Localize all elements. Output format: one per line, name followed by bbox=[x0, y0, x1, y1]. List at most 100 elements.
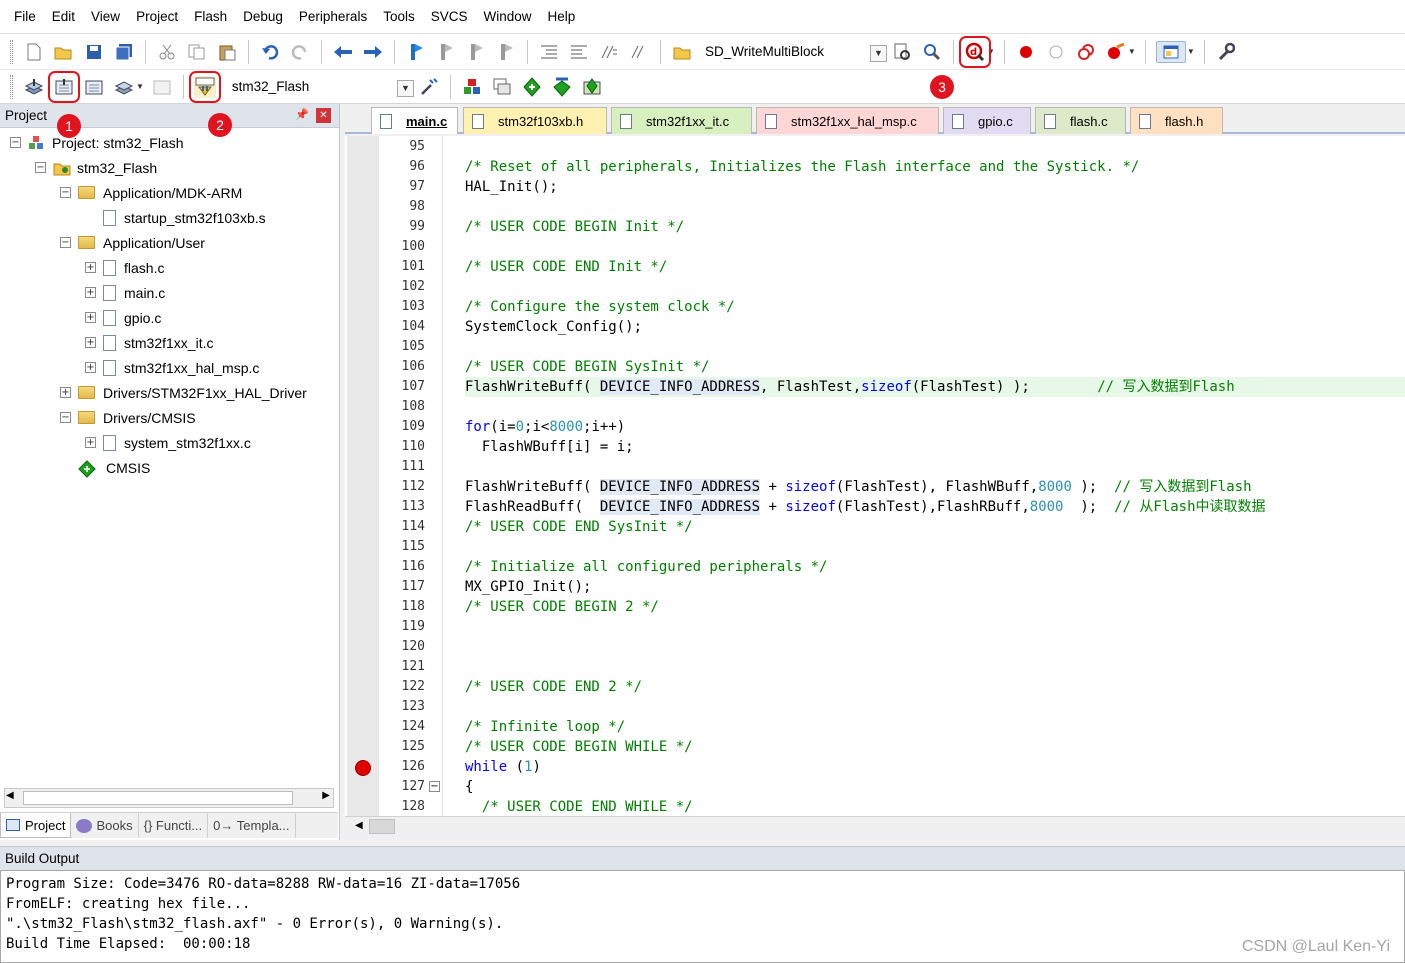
collapse-icon[interactable]: − bbox=[60, 187, 71, 198]
toolbar-grip[interactable] bbox=[10, 39, 13, 64]
tab-stm32f1xx-hal-msp-c[interactable]: stm32f1xx_hal_msp.c bbox=[756, 107, 939, 134]
tree-item[interactable]: − Application/MDK-ARM bbox=[60, 180, 242, 205]
breakpoint-marker-icon[interactable] bbox=[355, 760, 371, 776]
code-line[interactable]: FlashWriteBuff( DEVICE_INFO_ADDRESS, Fla… bbox=[465, 377, 1405, 397]
open-icon[interactable] bbox=[53, 41, 75, 63]
code-line[interactable]: /* USER CODE BEGIN 2 */ bbox=[465, 597, 1405, 617]
project-target-combo[interactable]: stm32_Flash ▼ bbox=[224, 75, 414, 99]
code-line[interactable] bbox=[465, 237, 1405, 257]
expand-icon[interactable]: + bbox=[85, 337, 96, 348]
cut-icon[interactable] bbox=[156, 41, 178, 63]
collapse-icon[interactable]: − bbox=[35, 162, 46, 173]
tab-flash-c[interactable]: flash.c bbox=[1035, 107, 1126, 134]
select-packs-icon[interactable] bbox=[521, 76, 543, 98]
close-icon[interactable]: ✕ bbox=[316, 108, 331, 123]
tab-stm32f1xx-it-c[interactable]: stm32f1xx_it.c bbox=[611, 107, 752, 134]
tab-project[interactable]: Project bbox=[0, 813, 72, 838]
code-editor[interactable]: 95 96 97 98 99 100 101 102 103 104 105 106 107 108 109… bbox=[345, 136, 1405, 816]
code-line[interactable] bbox=[465, 277, 1405, 297]
code-line[interactable]: /* USER CODE END Init */ bbox=[465, 257, 1405, 277]
translate-icon[interactable] bbox=[23, 76, 45, 98]
redo-icon[interactable] bbox=[289, 41, 311, 63]
code-line[interactable]: MX_GPIO_Init(); bbox=[465, 577, 1405, 597]
tree-item[interactable]: + stm32f1xx_hal_msp.c bbox=[85, 355, 259, 380]
tree-item[interactable]: − Drivers/CMSIS bbox=[60, 405, 196, 430]
menu-help[interactable]: Help bbox=[540, 0, 584, 34]
incremental-find-icon[interactable] bbox=[921, 41, 943, 63]
chevron-down-icon[interactable]: ▼ bbox=[987, 47, 995, 56]
chevron-down-icon[interactable]: ▼ bbox=[1187, 47, 1195, 56]
code-area[interactable]: /* Reset of all peripherals, Initializes… bbox=[445, 136, 1405, 816]
code-line[interactable]: FlashWBuff[i] = i; bbox=[465, 437, 1405, 457]
tree-item[interactable]: startup_stm32f103xb.s bbox=[103, 205, 266, 230]
tab-stm32f103xb-h[interactable]: stm32f103xb.h bbox=[463, 107, 607, 134]
save-icon[interactable] bbox=[83, 41, 105, 63]
file-extensions-icon[interactable] bbox=[491, 76, 513, 98]
code-line[interactable]: /* Configure the system clock */ bbox=[465, 297, 1405, 317]
editor-hscrollbar[interactable]: ◀ bbox=[345, 816, 1405, 836]
scroll-thumb[interactable] bbox=[23, 791, 293, 805]
tab-flash-h[interactable]: flash.h bbox=[1130, 107, 1223, 134]
scroll-right-icon[interactable]: ▶ bbox=[322, 790, 330, 801]
code-line[interactable] bbox=[465, 457, 1405, 477]
collapse-icon[interactable]: − bbox=[60, 412, 71, 423]
kill-breakpoints-icon[interactable] bbox=[1105, 41, 1127, 63]
new-file-icon[interactable] bbox=[23, 41, 45, 63]
code-line[interactable]: /* USER CODE END SysInit */ bbox=[465, 517, 1405, 537]
code-line[interactable]: /* USER CODE BEGIN Init */ bbox=[465, 217, 1405, 237]
undo-icon[interactable] bbox=[259, 41, 281, 63]
tree-item[interactable]: + stm32f1xx_it.c bbox=[85, 330, 213, 355]
pack-installer-icon[interactable] bbox=[551, 76, 573, 98]
prev-bookmark-icon[interactable] bbox=[435, 41, 457, 63]
uncomment-icon[interactable] bbox=[628, 41, 650, 63]
code-line[interactable]: /* USER CODE END WHILE */ bbox=[465, 797, 1405, 816]
code-line[interactable] bbox=[465, 697, 1405, 717]
code-line[interactable] bbox=[465, 137, 1405, 157]
tree-item[interactable]: + Drivers/STM32F1xx_HAL_Driver bbox=[60, 380, 307, 405]
expand-icon[interactable]: + bbox=[60, 387, 71, 398]
copy-icon[interactable] bbox=[186, 41, 208, 63]
paste-icon[interactable] bbox=[216, 41, 238, 63]
disable-breakpoint-icon[interactable] bbox=[1045, 41, 1067, 63]
tree-item[interactable]: − stm32_Flash bbox=[35, 155, 157, 180]
code-line[interactable]: /* USER CODE BEGIN SysInit */ bbox=[465, 357, 1405, 377]
configure-icon[interactable] bbox=[1215, 41, 1237, 63]
find-in-files-icon[interactable] bbox=[671, 41, 693, 63]
code-line[interactable] bbox=[465, 397, 1405, 417]
code-line[interactable]: /* USER CODE BEGIN WHILE */ bbox=[465, 737, 1405, 757]
menu-edit[interactable]: Edit bbox=[44, 0, 83, 34]
expand-icon[interactable]: + bbox=[85, 262, 96, 273]
code-line[interactable]: /* USER CODE END 2 */ bbox=[465, 677, 1405, 697]
chevron-down-icon[interactable]: ▼ bbox=[1128, 47, 1136, 56]
chevron-down-icon[interactable]: ▼ bbox=[870, 44, 887, 62]
code-line[interactable]: FlashReadBuff( DEVICE_INFO_ADDRESS + siz… bbox=[465, 497, 1405, 517]
rebuild-icon[interactable] bbox=[83, 76, 105, 98]
code-line[interactable] bbox=[465, 537, 1405, 557]
breakpoint-gutter[interactable] bbox=[347, 136, 379, 816]
download-icon[interactable] bbox=[188, 70, 221, 103]
tab-main-c[interactable]: main.c bbox=[371, 107, 458, 134]
code-line[interactable] bbox=[465, 657, 1405, 677]
menu-peripherals[interactable]: Peripherals bbox=[291, 0, 375, 34]
tree-item[interactable]: + system_stm32f1xx.c bbox=[85, 430, 251, 455]
indent-icon[interactable] bbox=[538, 41, 560, 63]
batch-build-icon[interactable] bbox=[113, 76, 135, 98]
scroll-thumb[interactable] bbox=[369, 819, 395, 834]
breakpoint-icon[interactable] bbox=[1015, 41, 1037, 63]
menu-debug[interactable]: Debug bbox=[235, 0, 291, 34]
menu-window[interactable]: Window bbox=[475, 0, 539, 34]
expand-icon[interactable]: + bbox=[85, 287, 96, 298]
event-recorder-icon[interactable] bbox=[581, 76, 603, 98]
build-icon[interactable] bbox=[48, 70, 80, 103]
code-line[interactable] bbox=[465, 197, 1405, 217]
tree-item[interactable]: + main.c bbox=[85, 280, 165, 305]
target-options-icon[interactable] bbox=[418, 76, 440, 98]
tab-gpio-c[interactable]: gpio.c bbox=[943, 107, 1031, 134]
nav-forward-icon[interactable] bbox=[362, 41, 384, 63]
comment-icon[interactable] bbox=[598, 41, 620, 63]
toolbar-grip[interactable] bbox=[10, 74, 13, 99]
menu-tools[interactable]: Tools bbox=[375, 0, 423, 34]
expand-icon[interactable]: + bbox=[85, 312, 96, 323]
code-line[interactable] bbox=[465, 337, 1405, 357]
project-hscrollbar[interactable]: ◀ ▶ bbox=[4, 788, 334, 808]
